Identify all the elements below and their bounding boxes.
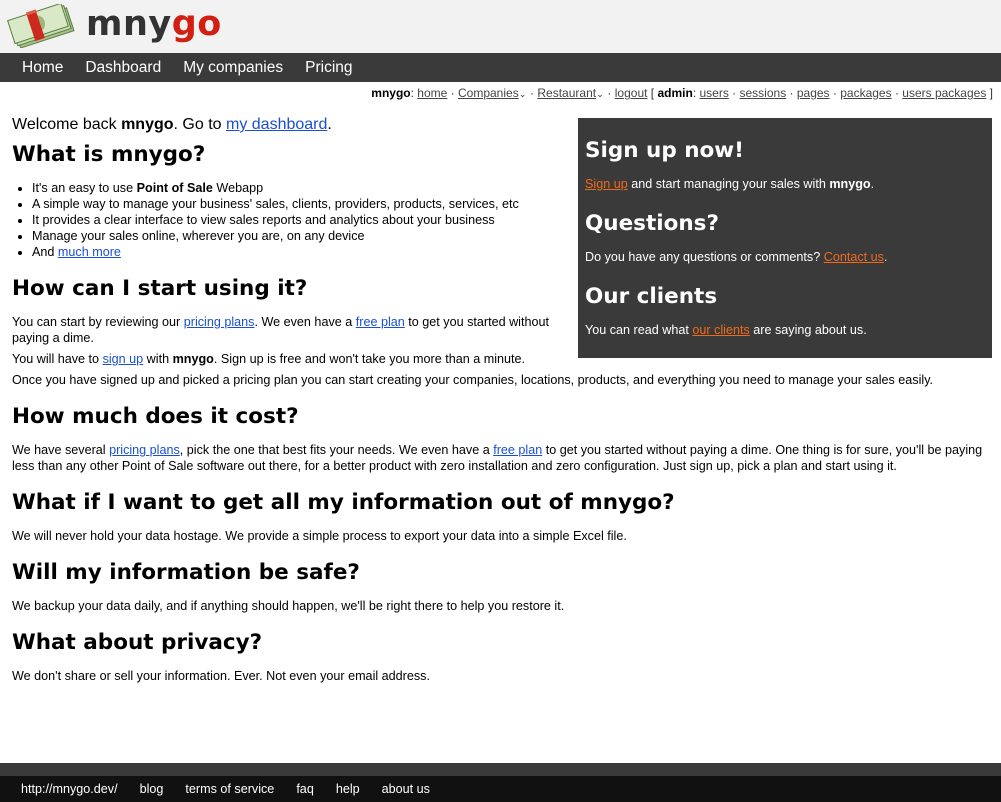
- sidebar-box: Sign up now! Sign up and start managing …: [578, 118, 992, 358]
- privacy-heading: What about privacy?: [12, 630, 263, 655]
- footer-divider: [0, 763, 1001, 776]
- our-clients-link[interactable]: our clients: [692, 323, 749, 337]
- footer-links: http://mnygo.dev/ blog terms of service …: [0, 776, 1001, 802]
- logout-link[interactable]: logout: [615, 86, 648, 100]
- footer-terms-link[interactable]: terms of service: [185, 782, 274, 796]
- clients-heading: Our clients: [585, 284, 718, 309]
- user-bar: mnygo: home · Companies⌄ · Restaurant⌄ ·…: [371, 86, 993, 100]
- admin-sessions-link[interactable]: sessions: [740, 86, 787, 100]
- nav-pricing[interactable]: Pricing: [294, 53, 363, 82]
- money-stack-icon[interactable]: [7, 4, 79, 48]
- clients-text: You can read what our clients are saying…: [585, 323, 867, 337]
- footer-blog-link[interactable]: blog: [140, 782, 164, 796]
- companies-dropdown[interactable]: Companies: [458, 86, 519, 100]
- questions-heading: Questions?: [585, 211, 719, 236]
- nav-my-companies[interactable]: My companies: [172, 53, 294, 82]
- admin-packages-link[interactable]: packages: [840, 86, 891, 100]
- footer-help-link[interactable]: help: [336, 782, 360, 796]
- nav-dashboard[interactable]: Dashboard: [74, 53, 172, 82]
- much-more-link[interactable]: much more: [58, 245, 121, 259]
- footer-about-link[interactable]: about us: [382, 782, 430, 796]
- chevron-down-icon: ⌄: [518, 89, 527, 99]
- header: mnygo: [0, 0, 1001, 53]
- start-paragraph-3: Once you have signed up and picked a pri…: [12, 373, 934, 387]
- chevron-down-icon: ⌄: [596, 89, 604, 99]
- start-paragraph-1: You can start by reviewing our pricing p…: [12, 315, 549, 345]
- safe-heading: Will my information be safe?: [12, 560, 360, 585]
- pricing-plans-link[interactable]: pricing plans: [184, 315, 255, 329]
- admin-users-packages-link[interactable]: users packages: [902, 86, 986, 100]
- signup-heading: Sign up now!: [585, 138, 744, 163]
- export-heading: What if I want to get all my information…: [12, 490, 675, 515]
- footer: http://mnygo.dev/ blog terms of service …: [0, 763, 1001, 802]
- cost-paragraph: We have several pricing plans, pick the …: [12, 443, 983, 473]
- cost-heading: How much does it cost?: [12, 404, 299, 429]
- admin-users-link[interactable]: users: [699, 86, 728, 100]
- privacy-paragraph: We don't share or sell your information.…: [12, 669, 430, 683]
- safe-paragraph: We backup your data daily, and if anythi…: [12, 599, 565, 613]
- sign-up-link[interactable]: sign up: [103, 352, 144, 366]
- userbar-home-link[interactable]: home: [417, 86, 447, 100]
- admin-pages-link[interactable]: pages: [797, 86, 830, 100]
- logo[interactable]: mnygo: [86, 4, 222, 44]
- free-plan-link-2[interactable]: free plan: [493, 443, 542, 457]
- admin-label: admin: [657, 86, 693, 100]
- username: mnygo: [371, 86, 411, 100]
- restaurant-dropdown[interactable]: Restaurant: [537, 86, 596, 100]
- footer-faq-link[interactable]: faq: [296, 782, 314, 796]
- my-dashboard-link[interactable]: my dashboard: [226, 116, 327, 133]
- export-paragraph: We will never hold your data hostage. We…: [12, 529, 627, 543]
- signup-text: Sign up and start managing your sales wi…: [585, 177, 875, 191]
- main-nav: Home Dashboard My companies Pricing: [0, 53, 1001, 82]
- contact-us-link[interactable]: Contact us: [824, 250, 884, 264]
- free-plan-link[interactable]: free plan: [356, 315, 405, 329]
- footer-site-link[interactable]: http://mnygo.dev/: [21, 782, 118, 796]
- nav-home[interactable]: Home: [11, 53, 74, 82]
- questions-text: Do you have any questions or comments? C…: [585, 250, 888, 264]
- pricing-plans-link-2[interactable]: pricing plans: [109, 443, 180, 457]
- sidebar-sign-up-link[interactable]: Sign up: [585, 177, 628, 191]
